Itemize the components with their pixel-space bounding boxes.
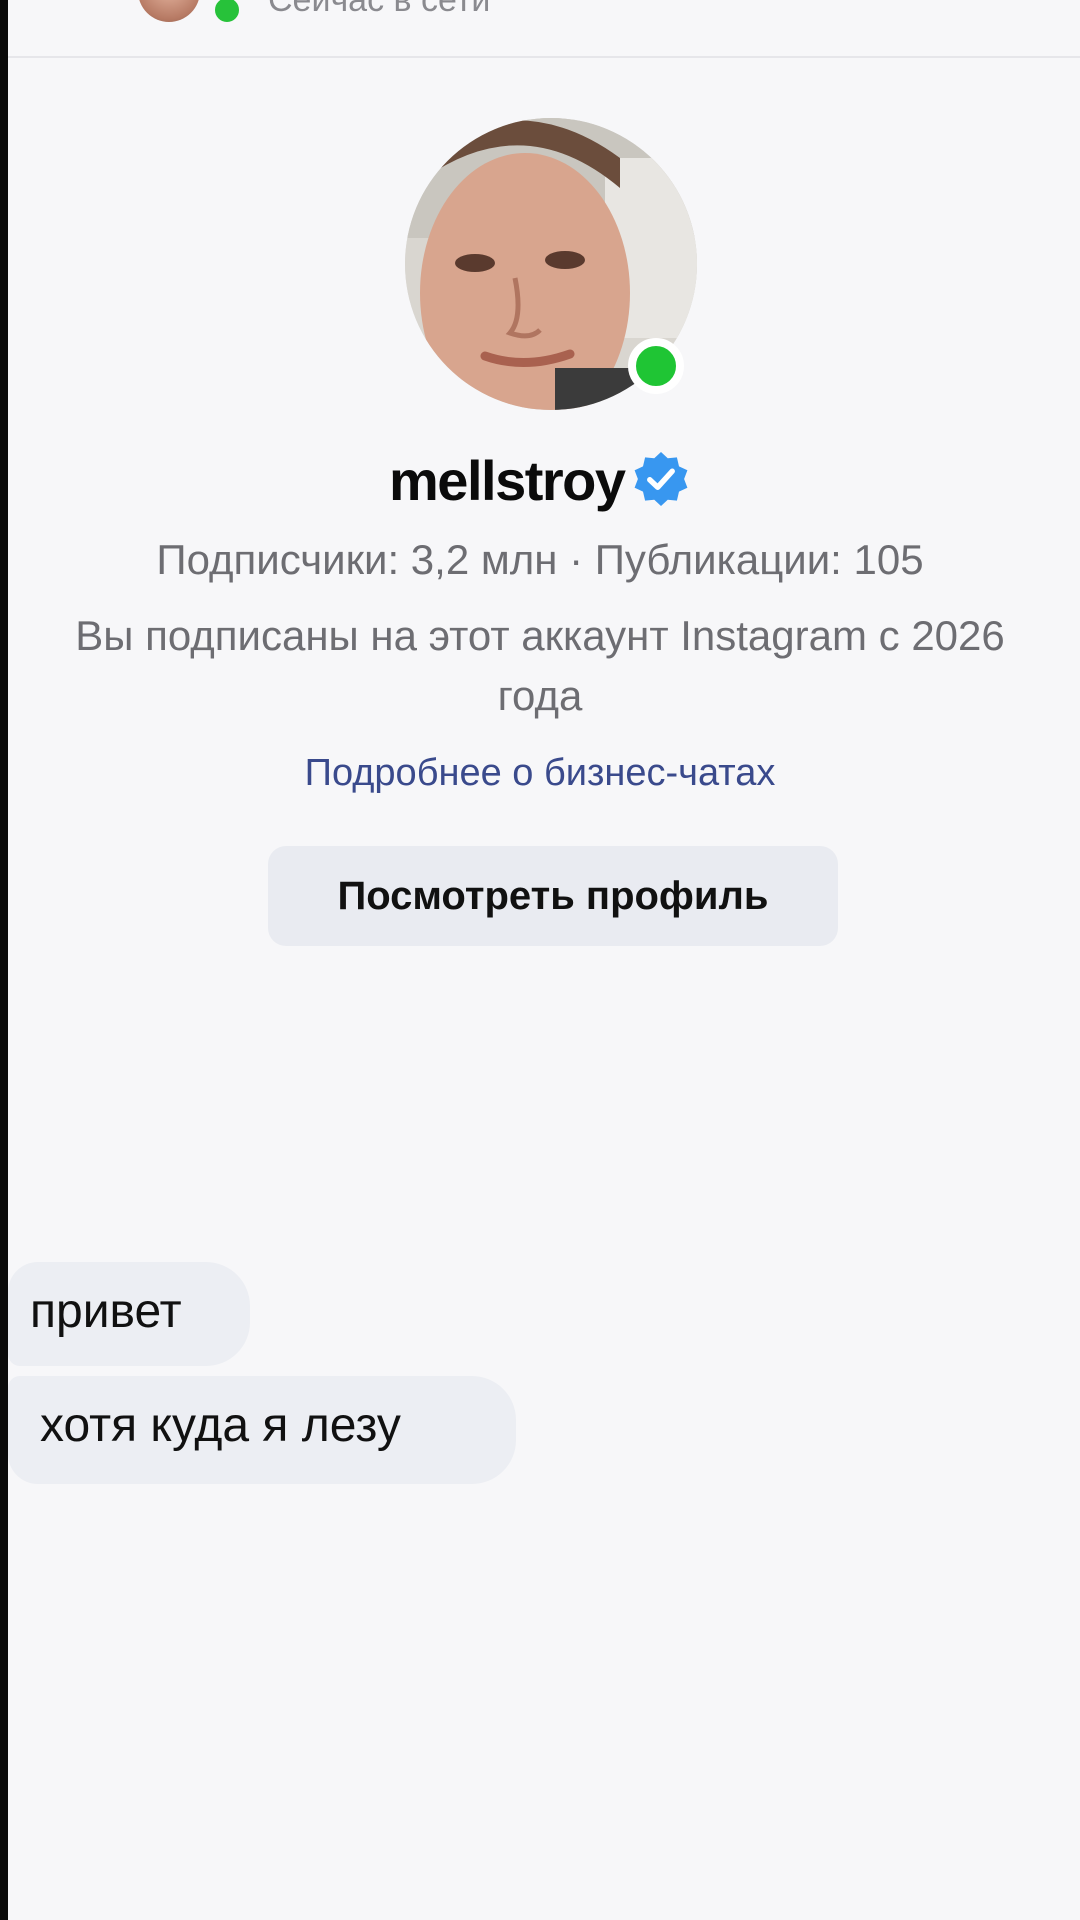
avatar-online-icon xyxy=(628,338,684,394)
online-status: Сейчас в сети xyxy=(268,0,491,19)
username: mellstroy xyxy=(389,449,626,512)
message-bubble[interactable]: привет xyxy=(8,1262,250,1366)
follow-info: Вы подписаны на этот аккаунт Instagram с… xyxy=(75,612,1005,719)
online-indicator-icon xyxy=(211,0,243,26)
chat-header: Сейчас в сети xyxy=(8,0,1080,58)
profile-stats: Подписчики: 3,2 млн · Публикации: 105 xyxy=(156,536,924,583)
screen-edge xyxy=(0,0,8,1920)
business-chats-link[interactable]: Подробнее о бизнес-чатах xyxy=(0,752,1080,795)
message-bubble[interactable]: хотя куда я лезу xyxy=(8,1376,516,1484)
verified-badge-icon xyxy=(634,451,688,506)
username-row: mellstroy xyxy=(0,448,1080,513)
header-avatar[interactable] xyxy=(138,0,200,22)
view-profile-button[interactable]: Посмотреть профиль xyxy=(268,846,838,946)
